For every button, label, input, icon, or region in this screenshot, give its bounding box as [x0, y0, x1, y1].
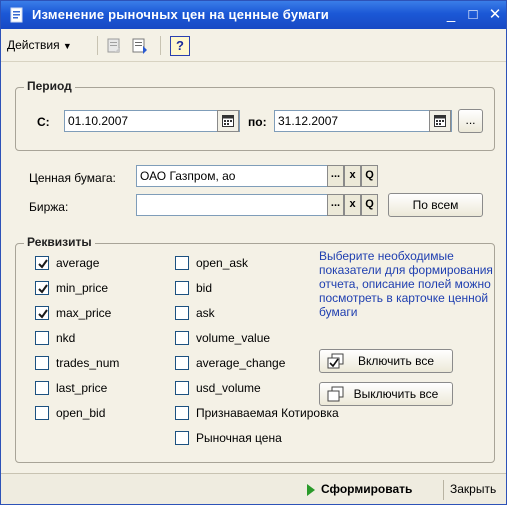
- footer-separator: [443, 480, 444, 500]
- period-from-label: С:: [37, 115, 50, 129]
- enable-all-label: Включить все: [357, 354, 435, 368]
- close-icon[interactable]: ✕: [485, 5, 505, 25]
- checked-box[interactable]: [35, 281, 49, 295]
- exchange-select-button[interactable]: ...: [327, 194, 344, 216]
- unchecked-box[interactable]: [175, 281, 189, 295]
- help-button[interactable]: ?: [170, 36, 190, 56]
- checkbox-label: Рыночная цена: [196, 431, 282, 445]
- toolbar: Действия ▼ ?: [1, 29, 506, 62]
- restore-settings-icon[interactable]: [131, 37, 149, 55]
- disable-all-label: Выключить все: [353, 387, 439, 401]
- enable-all-button[interactable]: Включить все: [319, 349, 453, 373]
- clear-icon[interactable]: x: [344, 194, 361, 216]
- play-icon: [307, 484, 315, 496]
- security-select-button[interactable]: ...: [327, 165, 344, 187]
- save-settings-icon[interactable]: [105, 37, 123, 55]
- unchecked-box[interactable]: [175, 256, 189, 270]
- calendar-to-button[interactable]: [429, 110, 451, 132]
- title-bar[interactable]: Изменение рыночных цен на ценные бумаги …: [1, 1, 506, 29]
- checkbox-label: last_price: [56, 381, 108, 395]
- requisites-legend: Реквизиты: [24, 235, 95, 249]
- checkbox-label: open_bid: [56, 406, 106, 420]
- search-icon[interactable]: Q: [361, 194, 378, 216]
- calendar-icon: [434, 115, 446, 127]
- actions-label: Действия: [7, 38, 60, 52]
- checkbox-label: ask: [196, 306, 215, 320]
- requisites-hint: Выберите необходимые показатели для форм…: [319, 249, 493, 319]
- checkbox-label: trades_num: [56, 356, 120, 370]
- period-to-label: по:: [248, 115, 267, 129]
- unchecked-box[interactable]: [175, 356, 189, 370]
- form-icon: [10, 7, 23, 23]
- window-title: Изменение рыночных цен на ценные бумаги: [32, 7, 329, 22]
- checked-box[interactable]: [35, 306, 49, 320]
- all-exchanges-button[interactable]: По всем: [388, 193, 483, 217]
- unchecked-box[interactable]: [35, 356, 49, 370]
- clear-icon[interactable]: x: [344, 165, 361, 187]
- checkbox-group-empty-icon: [327, 386, 344, 402]
- checked-box[interactable]: [35, 256, 49, 270]
- exchange-label: Биржа:: [29, 200, 69, 214]
- toolbar-separator: [160, 36, 161, 55]
- checkbox-label: nkd: [56, 331, 76, 345]
- period-legend: Период: [24, 79, 75, 93]
- disable-all-button[interactable]: Выключить все: [319, 382, 453, 406]
- close-button[interactable]: Закрыть: [450, 482, 496, 496]
- period-to-input[interactable]: 31.12.2007: [274, 110, 452, 132]
- checkbox-label: average: [56, 256, 100, 270]
- period-select-button[interactable]: ...: [458, 109, 483, 133]
- checkbox-label: min_price: [56, 281, 109, 295]
- check-icon: [38, 259, 48, 269]
- search-icon[interactable]: Q: [361, 165, 378, 187]
- unchecked-box[interactable]: [175, 331, 189, 345]
- check-icon: [38, 284, 48, 294]
- unchecked-box[interactable]: [35, 406, 49, 420]
- calendar-from-button[interactable]: [217, 110, 239, 132]
- checkbox-label: bid: [196, 281, 213, 295]
- unchecked-box[interactable]: [35, 331, 49, 345]
- unchecked-box[interactable]: [35, 381, 49, 395]
- toolbar-separator: [97, 36, 98, 55]
- footer-bar: Сформировать Закрыть: [1, 473, 506, 504]
- calendar-icon: [222, 115, 234, 127]
- checkbox-label: volume_value: [196, 331, 271, 345]
- unchecked-box[interactable]: [175, 431, 189, 445]
- checkbox-label: max_price: [56, 306, 112, 320]
- checkbox-label: usd_volume: [196, 381, 261, 395]
- security-value: ОАО Газпром, ао: [140, 169, 236, 183]
- unchecked-box[interactable]: [175, 306, 189, 320]
- period-to-value: 31.12.2007: [278, 114, 339, 128]
- security-label: Ценная бумага:: [29, 171, 116, 185]
- period-from-value: 01.10.2007: [68, 114, 129, 128]
- generate-button[interactable]: Сформировать: [321, 482, 412, 496]
- chevron-down-icon: ▼: [62, 41, 72, 51]
- checkbox-label: open_ask: [196, 256, 249, 270]
- checkbox-label: Признаваемая Котировка: [196, 406, 339, 420]
- unchecked-box[interactable]: [175, 406, 189, 420]
- maximize-icon[interactable]: □: [463, 5, 483, 25]
- checkbox-label: average_change: [196, 356, 286, 370]
- period-from-input[interactable]: 01.10.2007: [64, 110, 240, 132]
- unchecked-box[interactable]: [175, 381, 189, 395]
- check-icon: [38, 309, 48, 319]
- minimize-icon[interactable]: _: [441, 5, 461, 25]
- report-window: Изменение рыночных цен на ценные бумаги …: [0, 0, 507, 505]
- actions-menu[interactable]: Действия ▼: [7, 38, 72, 52]
- checkbox-group-icon: [327, 353, 344, 369]
